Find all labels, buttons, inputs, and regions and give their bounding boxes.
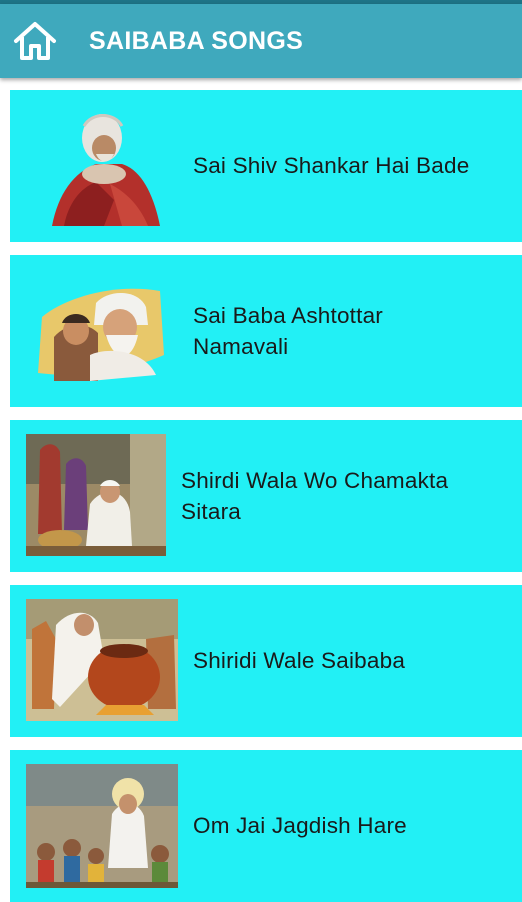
- song-item[interactable]: Shirdi Wala Wo Chamakta Sitara: [10, 420, 522, 572]
- saibaba-cooking-pot-thumbnail: [26, 599, 178, 721]
- saibaba-with-children-thumbnail: [26, 764, 178, 888]
- song-title: Shirdi Wala Wo Chamakta Sitara: [181, 468, 449, 524]
- app-title: SAIBABA SONGS: [89, 26, 304, 55]
- song-item[interactable]: Sai Shiv Shankar Hai Bade: [10, 90, 522, 242]
- home-button[interactable]: [12, 18, 58, 64]
- song-title: Sai Baba Ashtottar Namavali: [193, 303, 383, 359]
- song-item[interactable]: Shiridi Wale Saibaba: [10, 585, 522, 737]
- saibaba-seated-thumbnail: [44, 108, 164, 228]
- home-icon: [14, 22, 56, 60]
- song-item[interactable]: Sai Baba Ashtottar Namavali: [10, 255, 522, 407]
- song-item[interactable]: Om Jai Jagdish Hare: [10, 750, 522, 902]
- saibaba-village-scene-thumbnail: [26, 434, 166, 556]
- song-title: Sai Shiv Shankar Hai Bade: [193, 153, 470, 178]
- saibaba-with-child-thumbnail: [36, 277, 166, 387]
- song-title: Om Jai Jagdish Hare: [193, 813, 407, 838]
- app-bar: SAIBABA SONGS: [0, 4, 522, 78]
- song-title: Shiridi Wale Saibaba: [193, 648, 406, 673]
